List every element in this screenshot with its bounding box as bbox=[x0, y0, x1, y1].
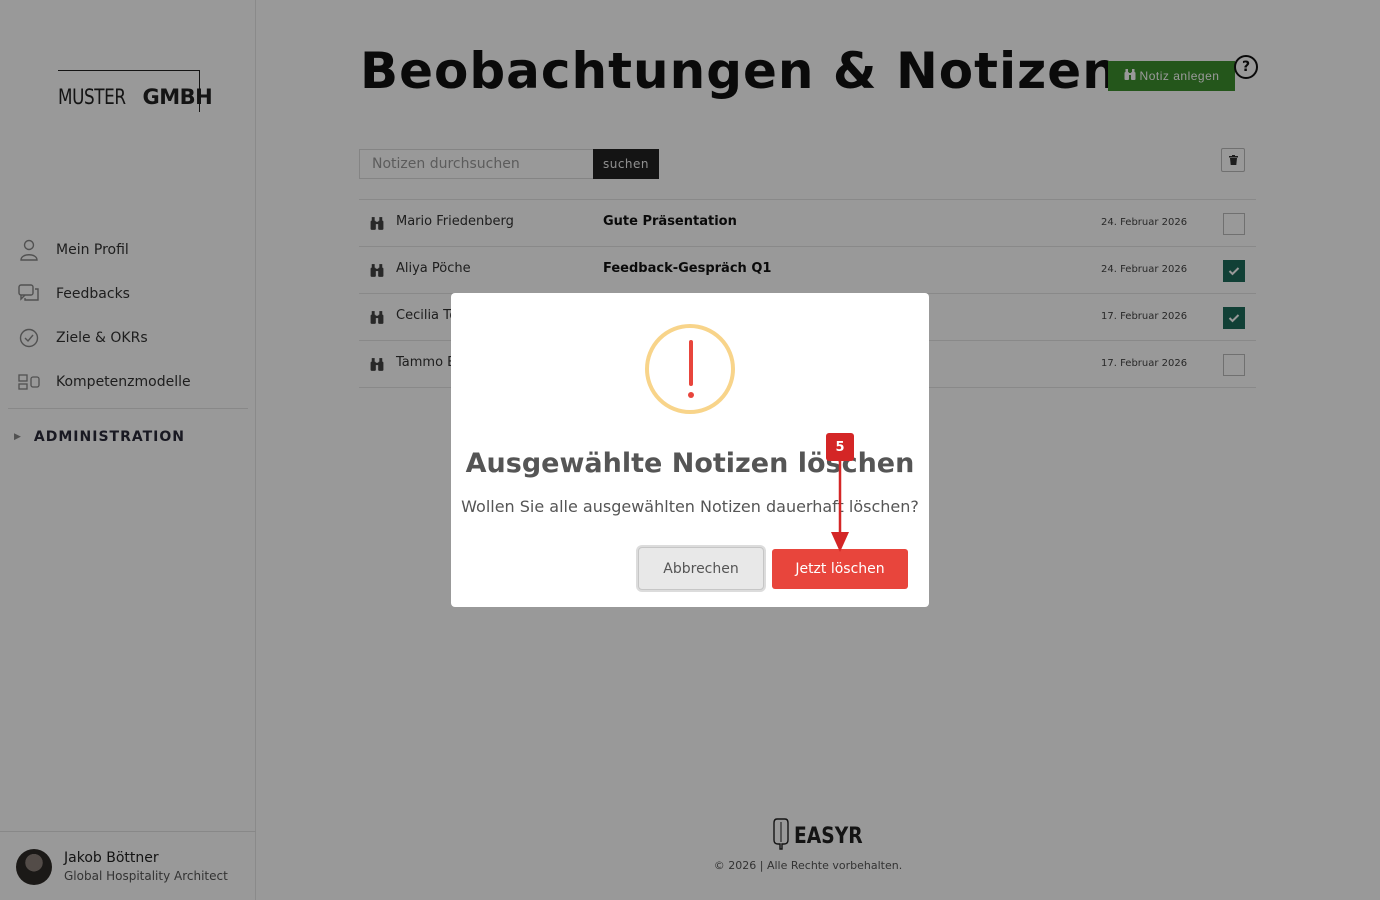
step-badge: 5 bbox=[826, 433, 854, 461]
delete-confirmation-dialog: Ausgewählte Notizen löschen Wollen Sie a… bbox=[451, 293, 929, 607]
dialog-message: Wollen Sie alle ausgewählten Notizen dau… bbox=[461, 497, 919, 516]
confirm-delete-button[interactable]: Jetzt löschen bbox=[772, 549, 908, 589]
warning-icon bbox=[645, 324, 735, 414]
cancel-button[interactable]: Abbrechen bbox=[638, 547, 764, 590]
dialog-title: Ausgewählte Notizen löschen bbox=[465, 448, 915, 479]
step-arrow-icon bbox=[831, 458, 849, 552]
